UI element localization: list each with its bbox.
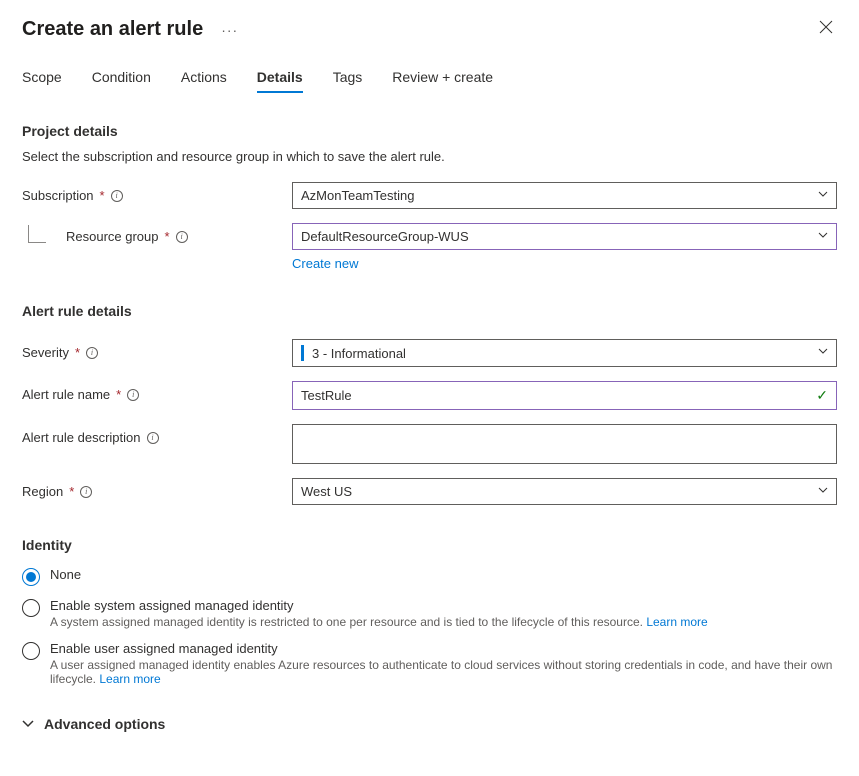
info-icon[interactable]: i [80,486,92,498]
subscription-input-col: AzMonTeamTesting [292,182,837,209]
info-icon[interactable]: i [111,190,123,202]
learn-more-link[interactable]: Learn more [99,672,160,686]
tab-bar: Scope Condition Actions Details Tags Rev… [22,69,837,93]
title-row: Create an alert rule ··· [22,18,242,41]
tab-condition[interactable]: Condition [92,69,151,93]
chevron-down-icon [818,191,828,201]
advanced-options-toggle[interactable]: Advanced options [22,716,837,732]
required-indicator: * [116,387,121,402]
region-dropdown[interactable]: West US [292,478,837,505]
severity-dropdown[interactable]: 3 - Informational [292,339,837,367]
check-icon: ✓ [816,387,828,404]
chevron-down-icon [818,348,828,358]
severity-label-col: Severity * i [22,339,292,360]
info-icon[interactable]: i [127,389,139,401]
tab-scope[interactable]: Scope [22,69,62,93]
alert-desc-label: Alert rule description [22,430,141,445]
identity-option-system[interactable]: Enable system assigned managed identity … [22,598,837,629]
tab-review-create[interactable]: Review + create [392,69,493,93]
indent-bracket [28,225,46,243]
advanced-options-label: Advanced options [44,716,165,732]
region-label: Region [22,484,63,499]
severity-label: Severity [22,345,69,360]
tab-tags[interactable]: Tags [333,69,363,93]
required-indicator: * [75,345,80,360]
section-project-details-desc: Select the subscription and resource gro… [22,149,837,164]
chevron-down-icon [818,232,828,242]
create-new-link[interactable]: Create new [292,256,358,271]
resource-group-label: Resource group [66,229,159,244]
required-indicator: * [69,484,74,499]
required-indicator: * [100,188,105,203]
section-identity-title: Identity [22,537,837,553]
close-button[interactable] [815,16,837,43]
radio-system-label: Enable system assigned managed identity [50,598,837,613]
chevron-down-icon [818,487,828,497]
alert-name-value: TestRule [301,388,352,403]
identity-option-user[interactable]: Enable user assigned managed identity A … [22,641,837,686]
page-title: Create an alert rule [22,18,203,41]
tab-actions[interactable]: Actions [181,69,227,93]
radio-user-label: Enable user assigned managed identity [50,641,837,656]
radio-user[interactable] [22,642,40,660]
resource-group-label-col: Resource group * i [22,223,292,244]
severity-color-indicator [301,345,304,361]
alert-name-input[interactable]: TestRule ✓ [292,381,837,410]
identity-option-none[interactable]: None [22,567,837,586]
row-region: Region * i West US [22,478,837,505]
info-icon[interactable]: i [86,347,98,359]
row-resource-group: Resource group * i DefaultResourceGroup-… [22,223,837,271]
resource-group-dropdown[interactable]: DefaultResourceGroup-WUS [292,223,837,250]
resource-group-input-col: DefaultResourceGroup-WUS Create new [292,223,837,271]
region-value: West US [301,484,352,499]
resource-group-value: DefaultResourceGroup-WUS [301,229,469,244]
tab-details[interactable]: Details [257,69,303,93]
region-label-col: Region * i [22,478,292,499]
alert-desc-label-col: Alert rule description i [22,424,292,445]
more-actions-button[interactable]: ··· [217,22,242,38]
subscription-label: Subscription [22,188,94,203]
alert-name-label-col: Alert rule name * i [22,381,292,402]
identity-radio-group: None Enable system assigned managed iden… [22,567,837,686]
severity-value: 3 - Informational [312,346,406,361]
subscription-dropdown[interactable]: AzMonTeamTesting [292,182,837,209]
section-project-details-title: Project details [22,123,837,139]
section-rule-details-title: Alert rule details [22,303,837,319]
row-subscription: Subscription * i AzMonTeamTesting [22,182,837,209]
required-indicator: * [165,229,170,244]
radio-none-label: None [50,567,837,582]
alert-desc-input[interactable] [292,424,837,464]
alert-name-label: Alert rule name [22,387,110,402]
row-alert-name: Alert rule name * i TestRule ✓ [22,381,837,410]
info-icon[interactable]: i [147,432,159,444]
radio-user-desc: A user assigned managed identity enables… [50,658,837,686]
info-icon[interactable]: i [176,231,188,243]
close-icon [819,20,833,34]
radio-none[interactable] [22,568,40,586]
page-header: Create an alert rule ··· [22,16,837,43]
radio-system[interactable] [22,599,40,617]
learn-more-link[interactable]: Learn more [646,615,707,629]
subscription-label-col: Subscription * i [22,182,292,203]
row-severity: Severity * i 3 - Informational [22,339,837,367]
subscription-value: AzMonTeamTesting [301,188,414,203]
row-alert-desc: Alert rule description i [22,424,837,464]
chevron-down-icon [22,720,34,728]
radio-system-desc: A system assigned managed identity is re… [50,615,837,629]
